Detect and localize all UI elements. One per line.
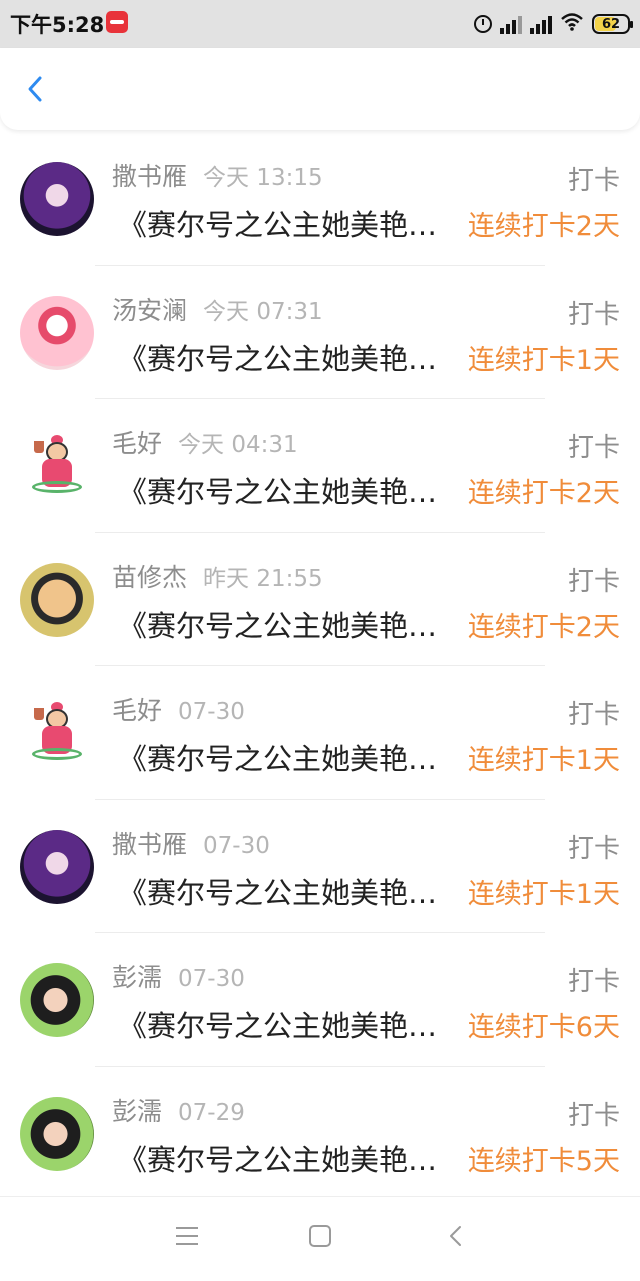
checkin-tag: 打卡 [567, 700, 620, 730]
user-name-text: 彭濡 [112, 1096, 163, 1126]
streak-label: 连续打卡1天 [467, 878, 620, 910]
streak-label: 连续打卡2天 [467, 478, 620, 509]
list-item[interactable]: 毛好今天 04:31 《赛尔号之公主她美艳动人》 打卡 连续打卡2天 [0, 399, 640, 533]
user-name-text: 汤安澜 [112, 295, 188, 325]
signal-icon [500, 14, 522, 34]
streak-label: 连续打卡1天 [467, 745, 620, 776]
user-name-text: 撒书雁 [112, 162, 188, 191]
user-name: 彭濡 07-29 [112, 1092, 245, 1128]
book-title[interactable]: 《赛尔号之公主她美艳动人》 [118, 202, 454, 244]
checkin-tag: 打卡 [567, 299, 620, 330]
post-time: 07-30 [203, 832, 270, 859]
post-time: 07-30 [178, 699, 245, 725]
status-icons: 62 [474, 8, 633, 40]
book-title[interactable]: 《赛尔号之公主她美艳动人》 [118, 736, 454, 778]
book-title[interactable]: 《赛尔号之公主她美艳动人》 [118, 1003, 454, 1045]
checkin-tag: 打卡 [567, 566, 620, 597]
book-title[interactable]: 《赛尔号之公主她美艳动人》 [118, 1137, 454, 1179]
header [0, 48, 640, 130]
streak-label: 连续打卡6天 [467, 1012, 620, 1043]
avatar[interactable] [20, 295, 94, 370]
avatar[interactable] [20, 429, 94, 503]
post-time: 07-30 [178, 966, 245, 992]
home-icon[interactable] [309, 1225, 331, 1247]
checkin-tag: 打卡 [567, 433, 620, 463]
post-time: 07-29 [178, 1099, 245, 1126]
avatar[interactable] [20, 1096, 94, 1171]
user-name: 撒书雁 今天 13:15 [112, 157, 323, 193]
streak-label: 连续打卡5天 [467, 1145, 620, 1177]
book-title[interactable]: 《赛尔号之公主她美艳动人》 [118, 870, 454, 912]
system-nav-bar [0, 1196, 640, 1281]
book-title[interactable]: 《赛尔号之公主她美艳动人》 [118, 336, 454, 378]
checkin-list: 撒书雁今天 13:15 《赛尔号之公主她美艳动人》 打卡 连续打卡2天 汤安澜今… [0, 132, 640, 1200]
list-item[interactable]: 彭濡 07-29 《赛尔号之公主她美艳动人》 打卡 连续打卡5天 [0, 1067, 640, 1201]
list-item[interactable]: 毛好 07-30 《赛尔号之公主她美艳动人》 打卡 连续打卡1天 [0, 666, 640, 800]
list-item[interactable]: 撒书雁今天 13:15 《赛尔号之公主她美艳动人》 打卡 连续打卡2天 [0, 132, 640, 266]
user-name: 撒书雁 07-30 [112, 825, 270, 861]
checkin-tag: 打卡 [567, 1100, 620, 1131]
avatar[interactable] [20, 829, 94, 904]
wifi-icon [560, 12, 584, 36]
list-item[interactable]: 撒书雁 07-30 《赛尔号之公主她美艳动人》 打卡 连续打卡1天 [0, 800, 640, 933]
back-icon[interactable] [446, 1224, 466, 1248]
app-icon [106, 11, 128, 33]
streak-label: 连续打卡1天 [467, 344, 620, 376]
user-name-text: 彭濡 [112, 963, 163, 992]
user-name: 毛好 07-30 [112, 691, 245, 727]
user-name-text: 苗修杰 [112, 562, 188, 592]
post-time: 今天 07:31 [203, 298, 323, 325]
avatar[interactable] [20, 162, 94, 236]
streak-label: 连续打卡2天 [467, 211, 620, 242]
user-name: 苗修杰 昨天 21:55 [112, 558, 323, 594]
streak-label: 连续打卡2天 [467, 611, 620, 643]
post-time: 昨天 21:55 [203, 565, 323, 592]
battery-icon: 62 [592, 14, 633, 34]
avatar[interactable] [20, 696, 94, 770]
checkin-tag: 打卡 [567, 833, 620, 864]
list-item[interactable]: 汤安澜今天 07:31 《赛尔号之公主她美艳动人》 打卡 连续打卡1天 [0, 266, 640, 399]
book-title[interactable]: 《赛尔号之公主她美艳动人》 [118, 469, 454, 511]
list-item[interactable]: 彭濡 07-30 《赛尔号之公主她美艳动人》 打卡 连续打卡6天 [0, 933, 640, 1067]
checkin-tag: 打卡 [567, 166, 620, 196]
user-name: 汤安澜 今天 07:31 [112, 291, 323, 327]
book-title[interactable]: 《赛尔号之公主她美艳动人》 [118, 603, 454, 645]
user-name: 毛好 今天 04:31 [112, 424, 298, 460]
signal-icon [530, 14, 552, 34]
status-time: 下午5:28 [10, 13, 105, 37]
user-name-text: 撒书雁 [112, 829, 188, 859]
avatar[interactable] [20, 963, 94, 1037]
status-bar: 下午5:28 62 [0, 0, 640, 48]
checkin-tag: 打卡 [567, 967, 620, 997]
user-name-text: 毛好 [112, 696, 163, 725]
avatar[interactable] [20, 562, 94, 637]
alarm-icon [474, 15, 492, 33]
list-item[interactable]: 苗修杰昨天 21:55 《赛尔号之公主她美艳动人》 打卡 连续打卡2天 [0, 533, 640, 666]
battery-level: 62 [601, 16, 621, 32]
post-time: 今天 13:15 [203, 165, 323, 191]
user-name: 彭濡 07-30 [112, 958, 245, 994]
menu-icon[interactable] [176, 1227, 198, 1245]
chevron-left-icon[interactable] [22, 74, 52, 104]
user-name-text: 毛好 [112, 429, 163, 458]
post-time: 今天 04:31 [178, 432, 298, 458]
